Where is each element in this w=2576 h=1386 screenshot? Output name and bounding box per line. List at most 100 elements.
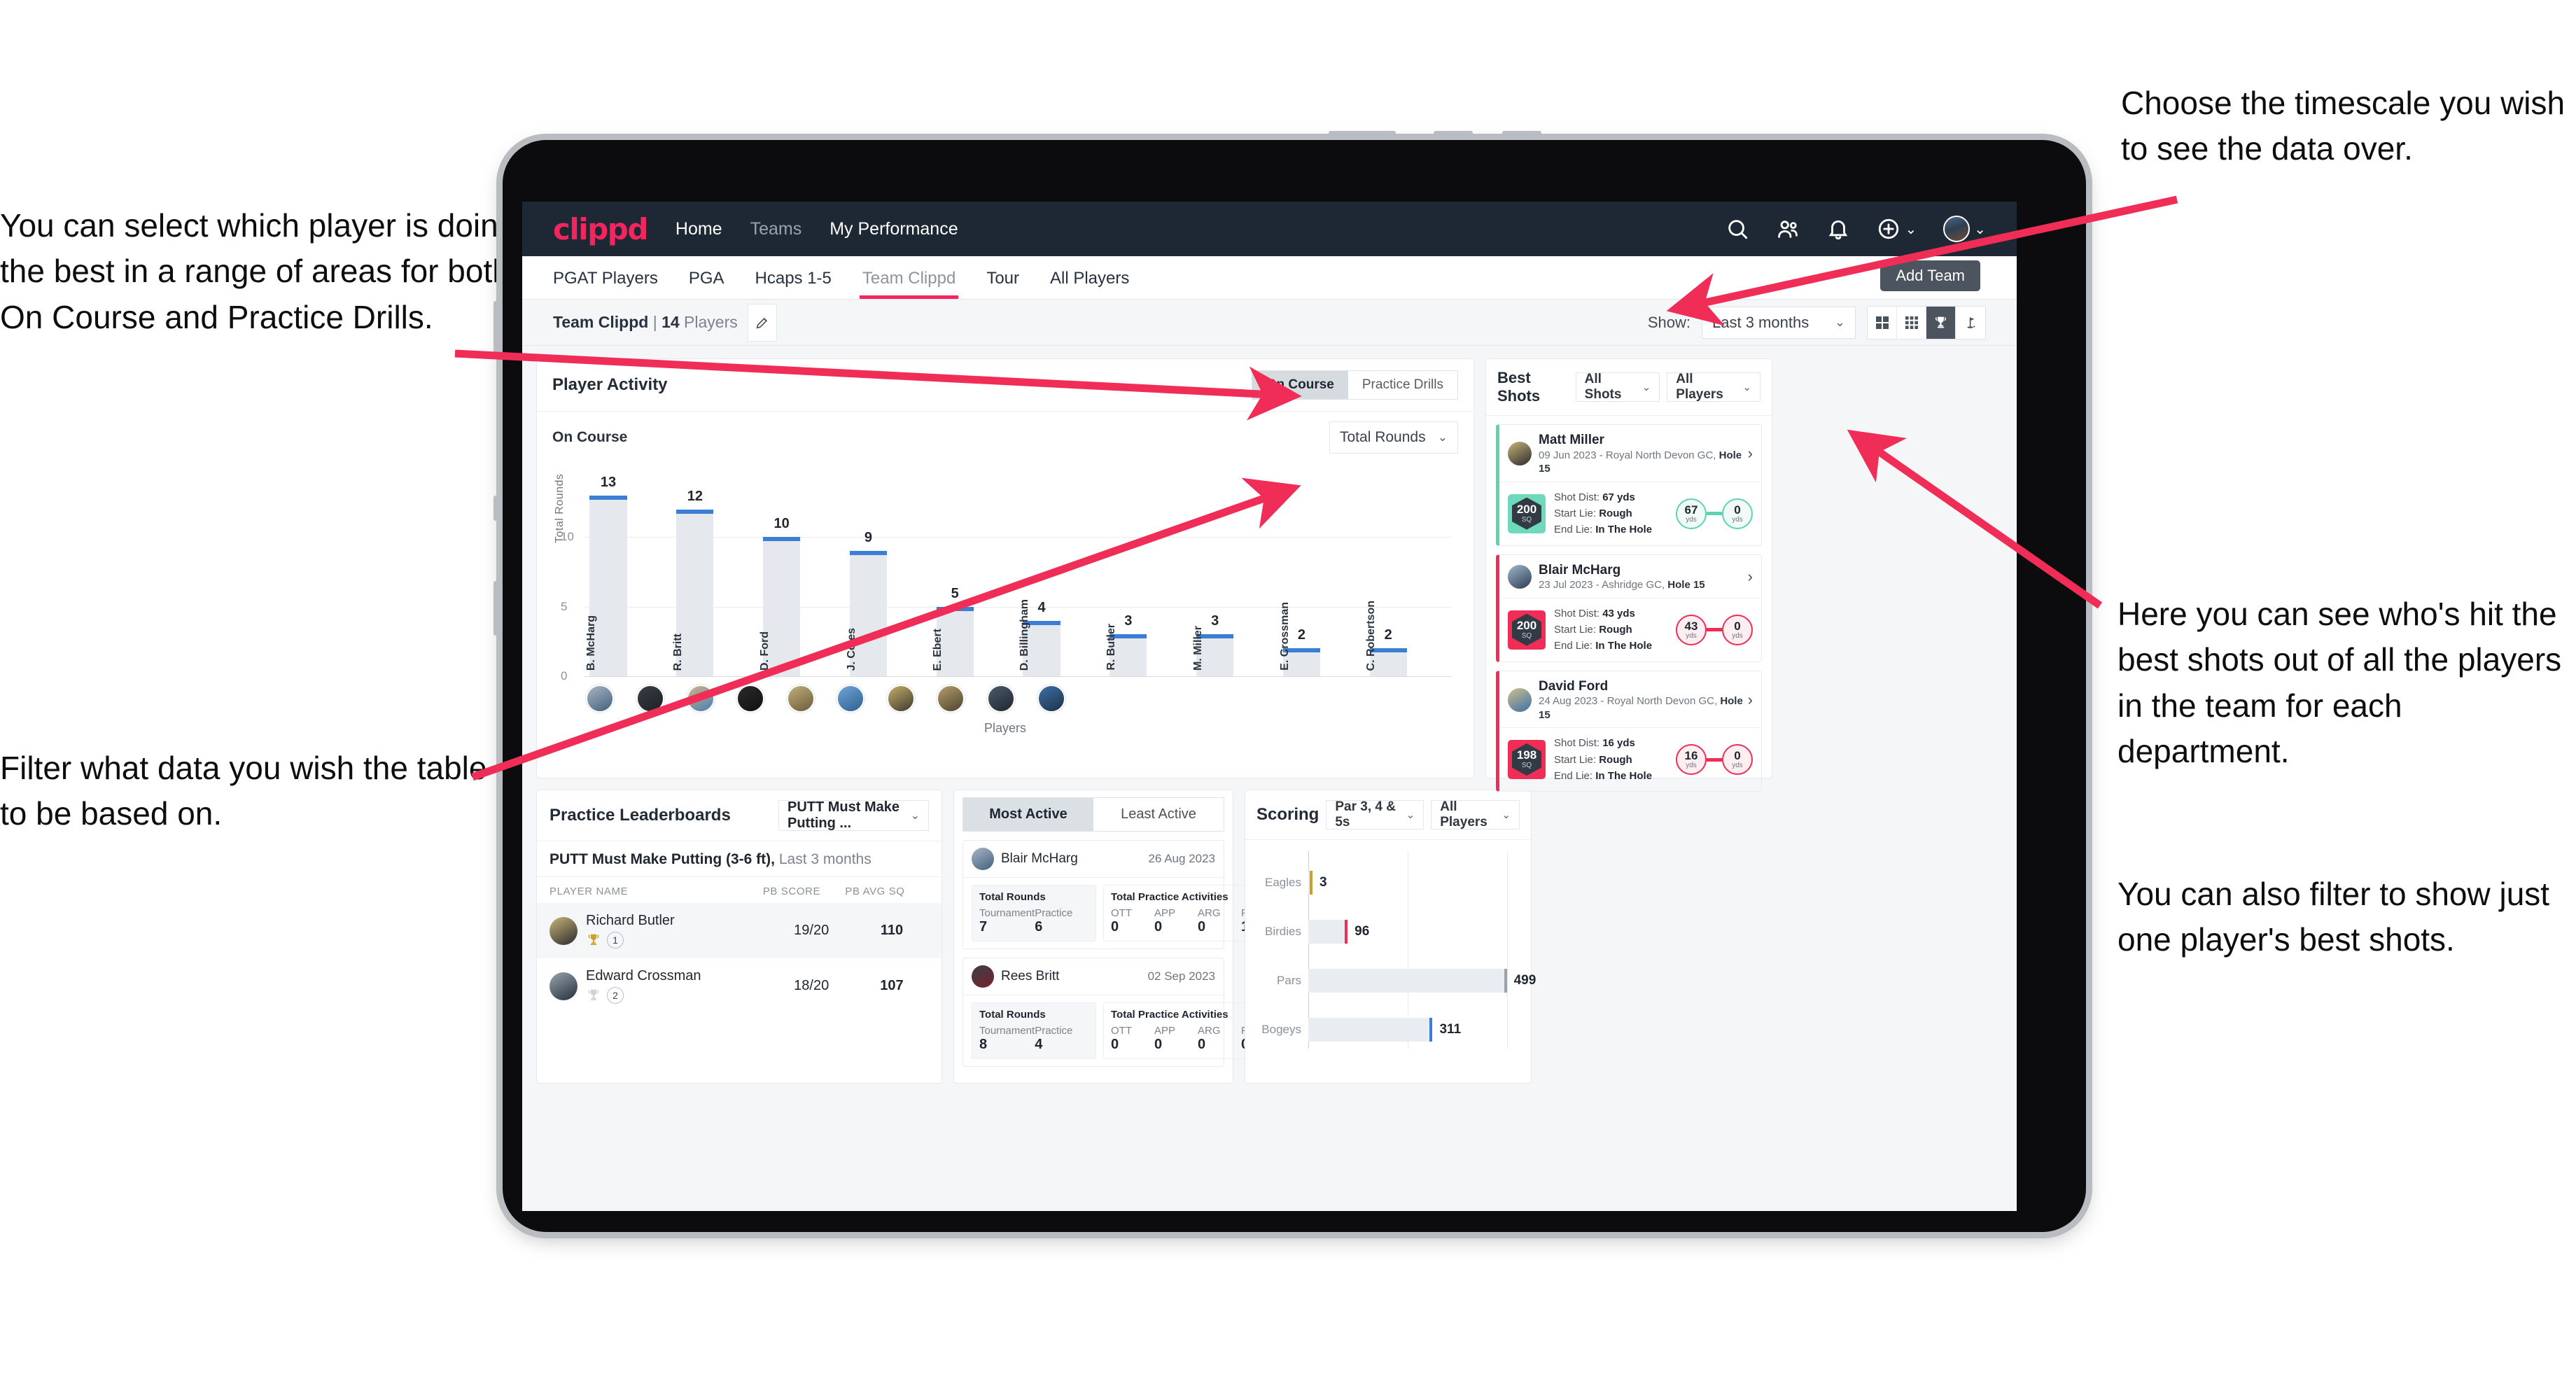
view-grid-3x3-button[interactable] — [1897, 306, 1926, 339]
shot-quality-badge: 200 SQ — [1508, 493, 1546, 533]
grid-2x2-icon — [1875, 316, 1889, 329]
chart-player-avatar[interactable] — [636, 685, 665, 713]
rounds-metric-value: 6 — [1035, 919, 1043, 934]
view-grid-2x2-button[interactable] — [1868, 306, 1897, 339]
scoring-bar-value: 311 — [1439, 1022, 1462, 1037]
chart-player-avatar[interactable] — [736, 685, 765, 713]
dashboard-row-top: Player Activity On Course Practice Drill… — [536, 358, 2003, 792]
avatar — [550, 916, 578, 945]
shot-filter-value: All Shots — [1584, 372, 1622, 402]
search-icon[interactable] — [1726, 217, 1749, 241]
course-practice-toggle: On Course Practice Drills — [1251, 370, 1458, 400]
practice-metric-label: ARG — [1198, 1025, 1221, 1037]
total-rounds-title: Total Rounds — [979, 1009, 1046, 1021]
view-trophy-button[interactable] — [1926, 306, 1956, 339]
scoring-bar[interactable] — [1308, 871, 1312, 895]
best-shots-player-filter[interactable]: All Players ⌄ — [1667, 372, 1760, 402]
tab-most-active[interactable]: Most Active — [963, 798, 1093, 831]
tab-pga[interactable]: PGA — [689, 258, 724, 298]
tab-team-clippd[interactable]: Team Clippd — [859, 258, 959, 299]
best-shot-item[interactable]: Matt Miller 09 Jun 2023 - Royal North Dev… — [1496, 424, 1762, 546]
avatar — [1508, 442, 1532, 466]
annotation-right-middle: Here you can see who's hit the best shot… — [2118, 596, 2562, 769]
best-shots-shot-filter[interactable]: All Shots ⌄ — [1575, 372, 1660, 402]
chart-player-avatar[interactable] — [986, 685, 1015, 713]
activity-item[interactable]: Rees Britt 02 Sep 2023 Total Rounds Tournam… — [962, 958, 1292, 1067]
activity-item-header: Rees Britt 02 Sep 2023 — [963, 958, 1224, 995]
add-menu-button[interactable]: ⌄ — [1877, 217, 1917, 241]
leaderboard-pb-avg-sq: 110 — [880, 923, 904, 938]
chart-x-axis — [584, 676, 1451, 677]
scoring-title: Scoring — [1256, 805, 1320, 824]
activity-item[interactable]: Blair McHarg 26 Aug 2023 Total Rounds Tourn… — [962, 840, 1292, 949]
chevron-right-icon[interactable]: › — [1748, 444, 1753, 463]
tablet-button-top-1 — [1329, 131, 1396, 138]
shot-quality-value: 200 — [1516, 618, 1537, 632]
bell-icon[interactable] — [1826, 217, 1850, 241]
best-shot-body: 200 SQ Shot Dist: 43 yds Start Lie: Rough En… — [1499, 598, 1761, 662]
activity-item-header: Blair McHarg 26 Aug 2023 — [963, 841, 1224, 878]
drill-select[interactable]: PUTT Must Make Putting ... ⌄ — [778, 799, 929, 831]
chart-player-avatar[interactable] — [586, 685, 615, 713]
shot-quality-unit: SQ — [1521, 515, 1532, 524]
view-flag-button[interactable] — [1956, 307, 1985, 339]
column-header-pb-score: PB SCORE — [762, 886, 821, 897]
rounds-metric: Tournament 8 — [979, 1025, 1035, 1053]
chart-player-avatar[interactable] — [886, 685, 915, 713]
dashboard-body: Player Activity On Course Practice Drill… — [522, 346, 2017, 1096]
nav-link-teams[interactable]: Teams — [750, 219, 802, 239]
nav-link-my-performance[interactable]: My Performance — [830, 219, 958, 239]
chart-player-avatar[interactable] — [1037, 685, 1065, 713]
chart-bar-label: D. Ford — [758, 631, 771, 671]
total-rounds-values: Tournament 8 Practice 4 — [979, 1025, 1088, 1053]
chart-bar-value: 10 — [774, 516, 790, 532]
edit-team-button[interactable] — [747, 303, 777, 342]
chart-player-avatar[interactable] — [937, 685, 965, 713]
chevron-right-icon[interactable]: › — [1748, 568, 1753, 586]
best-shot-meta: 09 Jun 2023 - Royal North Devon GC, Hole… — [1539, 449, 1742, 475]
rounds-metric-label: Tournament — [979, 1025, 1035, 1037]
scoring-bar[interactable] — [1308, 1018, 1433, 1042]
team-players-word: Players — [679, 313, 738, 331]
chart-player-avatar[interactable] — [786, 685, 815, 713]
shot-start-distance: 16 yds — [1676, 744, 1707, 776]
chart-bar-label: J. Coles — [845, 627, 858, 671]
metric-select[interactable]: Total Rounds ⌄ — [1329, 421, 1458, 454]
shot-start-distance: 43 yds — [1676, 614, 1707, 645]
table-row[interactable]: Richard Butler 1 19/20 110 — [537, 903, 941, 958]
tab-pgat-players[interactable]: PGAT Players — [553, 258, 658, 298]
plus-circle-icon[interactable] — [1877, 217, 1900, 241]
tab-hcaps-1-5[interactable]: Hcaps 1-5 — [755, 258, 832, 298]
leaderboard-player-cell: Edward Crossman 2 — [586, 968, 768, 1004]
team-count: 14 — [662, 313, 680, 331]
chevron-right-icon[interactable]: › — [1748, 691, 1753, 709]
chart-player-avatar[interactable] — [836, 685, 865, 713]
chart-player-avatar[interactable] — [686, 685, 715, 713]
toggle-practice-drills[interactable]: Practice Drills — [1348, 371, 1457, 399]
table-row[interactable]: Edward Crossman 2 18/20 107 — [537, 958, 941, 1014]
account-menu-button[interactable]: ⌄ — [1943, 216, 1986, 242]
chart-y-tick: 0 — [561, 669, 568, 682]
best-shot-item[interactable]: David Ford 24 Aug 2023 - Royal North Devo… — [1496, 670, 1762, 792]
clippd-logo[interactable]: clippd — [553, 212, 648, 246]
best-shot-details: Shot Dist: 16 yds Start Lie: Rough End Lie… — [1554, 735, 1652, 784]
practice-metric: OTT 0 — [1111, 1025, 1154, 1053]
tablet-button-left-1 — [493, 301, 500, 356]
scoring-player-filter[interactable]: All Players ⌄ — [1431, 799, 1520, 830]
scoring-bar[interactable] — [1308, 920, 1348, 944]
tab-all-players[interactable]: All Players — [1050, 258, 1129, 298]
scoring-par-filter[interactable]: Par 3, 4 & 5s ⌄ — [1326, 799, 1424, 830]
best-shot-item[interactable]: Blair McHarg 23 Jul 2023 - Ashridge GC, H… — [1496, 554, 1762, 662]
shot-quality-badge: 200 SQ — [1508, 610, 1546, 650]
scoring-bar[interactable] — [1308, 969, 1507, 993]
people-icon[interactable] — [1776, 217, 1800, 241]
trophy-icon — [588, 934, 599, 946]
chart-bar-value: 5 — [951, 585, 959, 601]
shot-distance-line: Shot Dist: 43 yds — [1554, 607, 1635, 620]
tab-tour[interactable]: Tour — [986, 258, 1019, 298]
tab-least-active[interactable]: Least Active — [1093, 798, 1224, 831]
toggle-on-course[interactable]: On Course — [1252, 371, 1348, 399]
timescale-select[interactable]: Last 3 months ⌄ — [1702, 306, 1856, 339]
avatar[interactable] — [1943, 216, 1970, 242]
nav-link-home[interactable]: Home — [676, 219, 722, 239]
